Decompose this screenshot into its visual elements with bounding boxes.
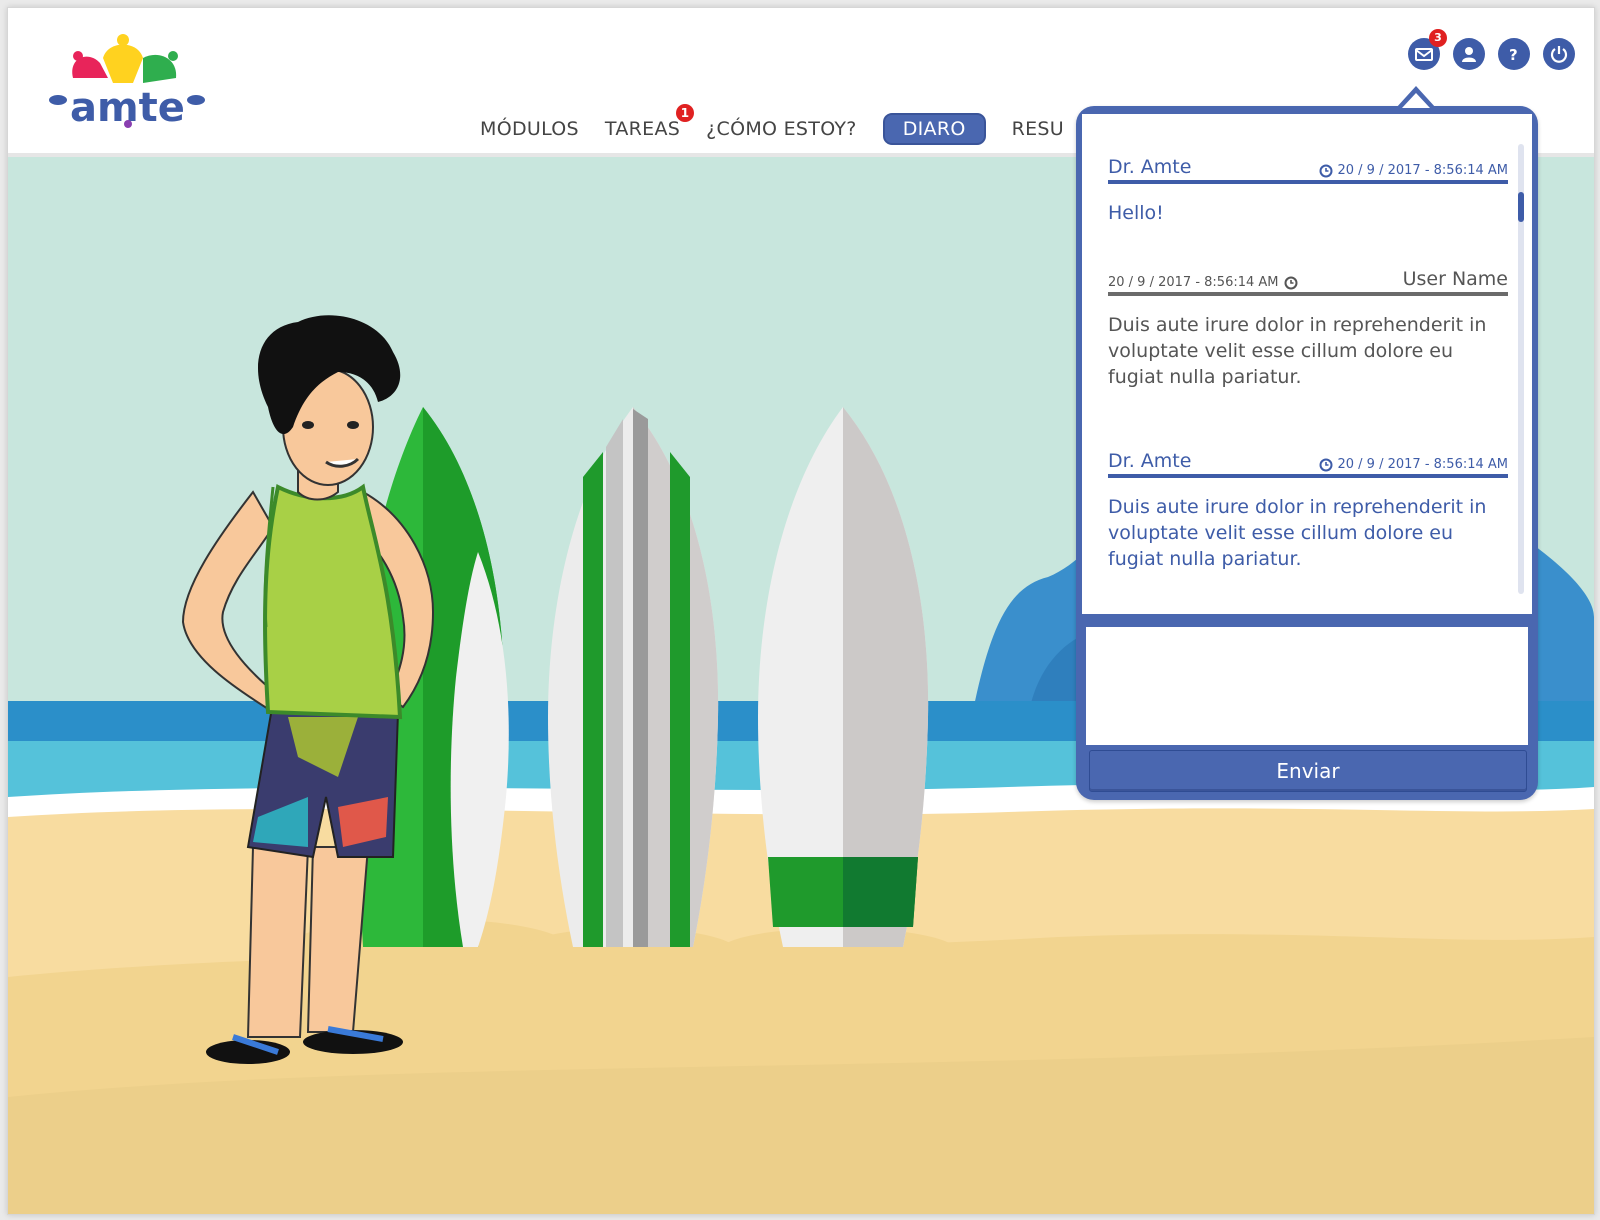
svg-text:?: ?	[1509, 46, 1518, 64]
nav-modulos-label: MÓDULOS	[480, 118, 579, 140]
nav-resu-label: RESU	[1011, 118, 1064, 140]
message-header: Dr. Amte 20 / 9 / 2017 - 8:56:14 AM	[1108, 152, 1508, 184]
message-sender: Dr. Amte	[1108, 156, 1192, 178]
message-doctor-2: Dr. Amte 20 / 9 / 2017 - 8:56:14 AM Duis…	[1108, 446, 1508, 572]
nav-tareas[interactable]: TAREAS 1	[604, 104, 695, 140]
clock-icon	[1319, 458, 1332, 471]
message-thread[interactable]: Dr. Amte 20 / 9 / 2017 - 8:56:14 AM Hell…	[1082, 114, 1532, 614]
message-doctor-1: Dr. Amte 20 / 9 / 2017 - 8:56:14 AM Hell…	[1108, 152, 1508, 226]
amte-logo[interactable]: amte	[48, 28, 208, 133]
message-body: Duis aute irure dolor in reprehenderit i…	[1108, 314, 1487, 388]
clock-icon	[1284, 276, 1297, 289]
nav-modulos[interactable]: MÓDULOS	[480, 118, 579, 140]
tareas-badge: 1	[676, 104, 695, 122]
reply-input[interactable]	[1086, 627, 1528, 745]
message-timestamp: 20 / 9 / 2017 - 8:56:14 AM	[1314, 163, 1509, 178]
message-timestamp: 20 / 9 / 2017 - 8:56:14 AM	[1108, 275, 1303, 290]
message-sender: User Name	[1402, 268, 1508, 290]
message-timestamp-text: 20 / 9 / 2017 - 8:56:14 AM	[1108, 275, 1279, 290]
nav-diaro-label: DIARO	[902, 118, 966, 140]
message-timestamp-text: 20 / 9 / 2017 - 8:56:14 AM	[1337, 163, 1509, 178]
message-header: 20 / 9 / 2017 - 8:56:14 AM User Name	[1108, 264, 1508, 296]
power-icon[interactable]	[1543, 38, 1575, 70]
nav-como-estoy-label: ¿CÓMO ESTOY?	[706, 118, 857, 140]
message-timestamp-text: 20 / 9 / 2017 - 8:56:14 AM	[1337, 457, 1509, 472]
message-timestamp: 20 / 9 / 2017 - 8:56:14 AM	[1314, 457, 1509, 472]
send-button[interactable]: Enviar	[1089, 750, 1527, 792]
clock-icon	[1319, 164, 1332, 177]
scrollbar-thumb[interactable]	[1518, 192, 1524, 222]
user-icon[interactable]	[1453, 38, 1485, 70]
nav-tareas-label: TAREAS	[604, 118, 681, 140]
help-icon[interactable]: ?	[1498, 38, 1530, 70]
app-window: amte MÓDULOS TAREAS 1 ¿CÓMO ESTOY? DIARO …	[7, 7, 1595, 1215]
mail-badge: 3	[1429, 29, 1447, 47]
messages-popup: Dr. Amte 20 / 9 / 2017 - 8:56:14 AM Hell…	[1076, 86, 1552, 816]
message-sender: Dr. Amte	[1108, 450, 1192, 472]
nav-diaro[interactable]: DIARO	[882, 113, 986, 145]
message-body: Duis aute irure dolor in reprehenderit i…	[1108, 496, 1487, 570]
nav-como-estoy[interactable]: ¿CÓMO ESTOY?	[706, 118, 857, 140]
message-user-1: 20 / 9 / 2017 - 8:56:14 AM User Name Dui…	[1108, 264, 1508, 390]
top-icon-bar: 3 ?	[1408, 29, 1588, 70]
mail-icon[interactable]: 3	[1408, 29, 1447, 70]
message-header: Dr. Amte 20 / 9 / 2017 - 8:56:14 AM	[1108, 446, 1508, 478]
main-nav: MÓDULOS TAREAS 1 ¿CÓMO ESTOY? DIARO RESU	[480, 104, 1090, 146]
nav-resu[interactable]: RESU	[1012, 118, 1064, 140]
messages-panel: Dr. Amte 20 / 9 / 2017 - 8:56:14 AM Hell…	[1076, 86, 1538, 800]
message-body: Hello!	[1108, 202, 1164, 224]
scrollbar[interactable]	[1518, 144, 1524, 594]
popup-pointer	[1396, 86, 1436, 108]
